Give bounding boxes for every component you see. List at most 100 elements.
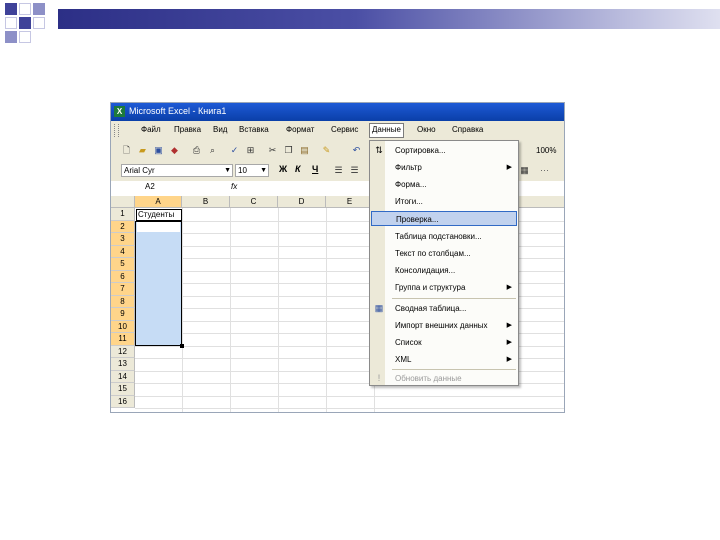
row-header[interactable]: 15	[111, 383, 135, 396]
zoom-level[interactable]: 100%	[536, 146, 556, 155]
row-header[interactable]: 16	[111, 395, 135, 408]
font-size-value: 10	[238, 166, 247, 175]
submenu-arrow-icon: ▶	[506, 339, 512, 346]
menu-data[interactable]: Данные	[369, 123, 404, 138]
menu-edit[interactable]: Правка	[174, 125, 201, 134]
menu-item-xml[interactable]: XML ▶	[371, 352, 517, 367]
permission-icon[interactable]: ◆	[169, 145, 180, 156]
toolbar-grip-icon[interactable]	[114, 124, 119, 137]
menu-item-list[interactable]: Список ▶	[371, 335, 517, 350]
bold-button[interactable]: Ж	[279, 164, 287, 174]
title-bar: X Microsoft Excel - Книга1	[111, 103, 564, 121]
slide-header-decoration	[0, 0, 720, 43]
print-icon[interactable]: ⎙	[191, 145, 202, 156]
menu-item-group-outline[interactable]: Группа и структура ▶	[371, 280, 517, 295]
deco-square	[19, 17, 31, 29]
row-header[interactable]: 3	[111, 233, 135, 246]
align-left-icon[interactable]: ☰	[333, 165, 344, 176]
menu-help[interactable]: Справка	[452, 125, 483, 134]
fill-color-icon[interactable]: ⋯	[539, 165, 550, 176]
menu-item-form[interactable]: Форма...	[371, 177, 517, 192]
selected-range[interactable]	[135, 220, 182, 346]
row-header[interactable]: 10	[111, 320, 135, 333]
select-all-corner[interactable]	[111, 196, 135, 208]
italic-button[interactable]: К	[295, 164, 301, 174]
menu-item-label: Проверка...	[396, 215, 439, 224]
row-header[interactable]: 13	[111, 358, 135, 371]
deco-square	[5, 17, 17, 29]
grid-line	[326, 208, 327, 412]
column-header-d[interactable]: D	[278, 196, 326, 208]
row-header[interactable]: 4	[111, 245, 135, 258]
spelling-icon[interactable]: ✓	[229, 145, 240, 156]
refresh-icon: !	[377, 373, 381, 383]
menu-item-subtotals[interactable]: Итоги...	[371, 194, 517, 209]
fx-icon[interactable]: fx	[231, 182, 237, 191]
new-document-icon[interactable]: 🗋	[121, 145, 132, 156]
undo-icon[interactable]: ↶	[351, 145, 362, 156]
chevron-down-icon: ▼	[224, 167, 231, 174]
menu-item-validation[interactable]: Проверка...	[371, 211, 517, 226]
menu-format[interactable]: Формат	[286, 125, 314, 134]
font-name-select[interactable]: Arial Cyr ▼	[121, 164, 233, 177]
menu-item-label: Список	[395, 338, 422, 347]
row-header[interactable]: 9	[111, 308, 135, 321]
menu-window[interactable]: Окно	[417, 125, 436, 134]
row-header[interactable]: 12	[111, 345, 135, 358]
format-painter-icon[interactable]: ✎	[321, 145, 332, 156]
open-folder-icon[interactable]: ▰	[137, 145, 148, 156]
paste-icon[interactable]: ▤	[299, 145, 310, 156]
menu-item-label: Обновить данные	[395, 374, 462, 383]
save-icon[interactable]: ▣	[153, 145, 164, 156]
sort-az-icon: ⇅	[375, 145, 383, 155]
grid-line	[182, 208, 183, 412]
column-header-e[interactable]: E	[326, 196, 374, 208]
window-title: Microsoft Excel - Книга1	[129, 106, 227, 116]
menu-view[interactable]: Вид	[213, 125, 227, 134]
row-header[interactable]: 2	[111, 220, 135, 233]
menu-tools[interactable]: Сервис	[331, 125, 358, 134]
menu-item-text-to-columns[interactable]: Текст по столбцам...	[371, 246, 517, 261]
menu-item-pivot-table[interactable]: ▦ Сводная таблица...	[371, 301, 517, 316]
chevron-down-icon: ▼	[260, 167, 267, 174]
menu-item-import-external-data[interactable]: Импорт внешних данных ▶	[371, 318, 517, 333]
row-header[interactable]: 6	[111, 270, 135, 283]
menu-insert[interactable]: Вставка	[239, 125, 269, 134]
menu-item-sort[interactable]: ⇅ Сортировка...	[371, 143, 517, 158]
row-header[interactable]: 8	[111, 295, 135, 308]
submenu-arrow-icon: ▶	[506, 322, 512, 329]
cut-icon[interactable]: ✂	[267, 145, 278, 156]
name-box[interactable]: A2	[115, 182, 193, 194]
column-header-c[interactable]: C	[230, 196, 278, 208]
submenu-arrow-icon: ▶	[506, 284, 512, 291]
menu-file[interactable]: Файл	[141, 125, 161, 134]
menu-item-filter[interactable]: Фильтр ▶	[371, 160, 517, 175]
research-icon[interactable]: ⊞	[245, 145, 256, 156]
column-header-a[interactable]: A	[135, 196, 182, 208]
align-center-icon[interactable]: ☰	[349, 165, 360, 176]
row-header[interactable]: 5	[111, 258, 135, 271]
menu-item-data-table[interactable]: Таблица подстановки...	[371, 229, 517, 244]
submenu-arrow-icon: ▶	[506, 356, 512, 363]
grid-line	[135, 395, 564, 397]
menu-item-label: Консолидация...	[395, 266, 456, 275]
font-size-select[interactable]: 10 ▼	[235, 164, 269, 177]
fill-handle[interactable]	[180, 344, 184, 348]
borders-icon[interactable]: ▦	[519, 165, 530, 176]
grid-line	[278, 208, 279, 412]
print-preview-icon[interactable]: ⌕	[207, 145, 218, 156]
row-header[interactable]: 7	[111, 283, 135, 296]
column-header-b[interactable]: B	[182, 196, 230, 208]
row-header[interactable]: 1	[111, 208, 135, 221]
cell-a1[interactable]: Студенты	[136, 208, 182, 221]
menu-item-consolidate[interactable]: Консолидация...	[371, 263, 517, 278]
row-header[interactable]: 11	[111, 333, 135, 346]
active-cell-a2[interactable]	[137, 222, 180, 232]
menu-item-label: Сводная таблица...	[395, 304, 467, 313]
copy-icon[interactable]: ❐	[283, 145, 294, 156]
menu-item-label: Итоги...	[395, 197, 423, 206]
excel-window: X Microsoft Excel - Книга1 Файл Правка В…	[110, 102, 565, 413]
underline-button[interactable]: Ч	[312, 164, 318, 174]
row-header[interactable]: 14	[111, 370, 135, 383]
menu-item-refresh-data: ! Обновить данные	[371, 371, 517, 386]
